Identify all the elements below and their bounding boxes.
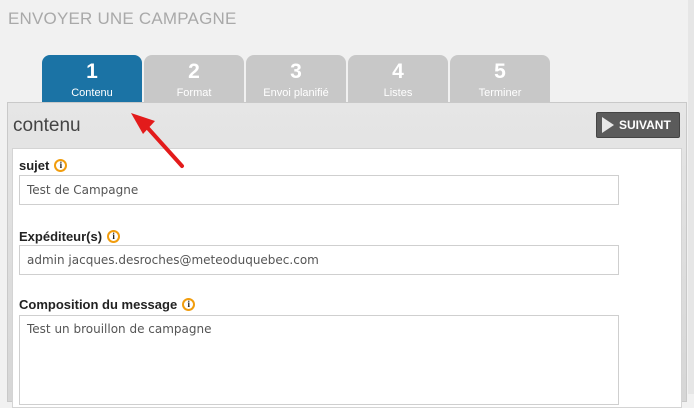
red-arrow-icon [131, 113, 184, 168]
